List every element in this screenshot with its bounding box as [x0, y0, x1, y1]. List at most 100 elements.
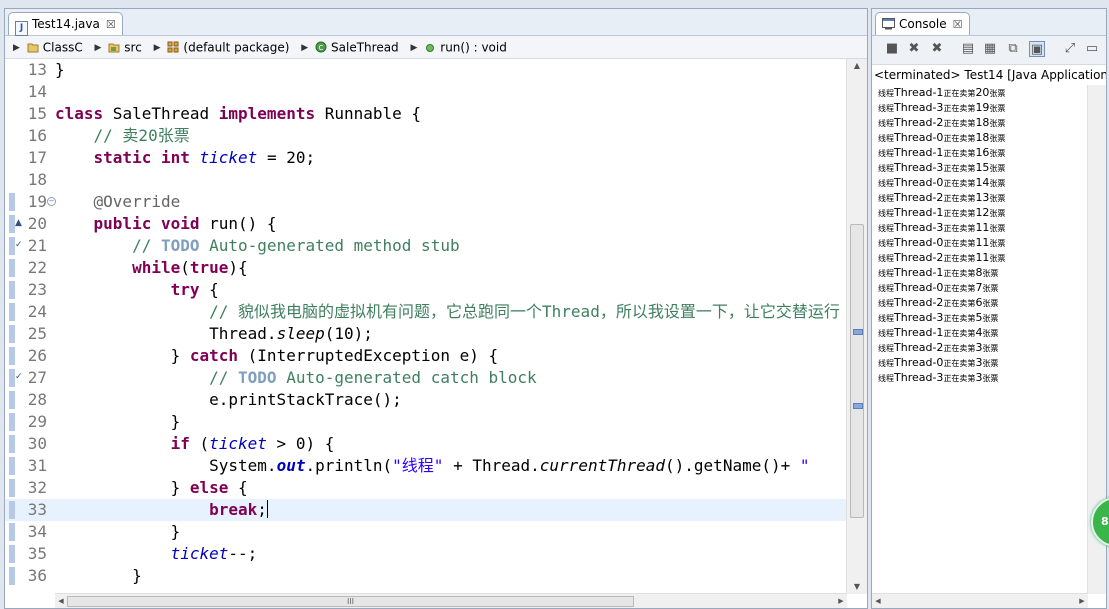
open-console-icon[interactable]: ▭: [1084, 41, 1100, 57]
code-line: 13}: [27, 60, 65, 79]
code-line: 18: [27, 170, 47, 189]
editor-tab-test14[interactable]: J Test14.java ☒: [8, 12, 123, 36]
editor-tab-label: Test14.java: [32, 17, 100, 31]
console-output-line: 线程Thread-3正在卖第19张票: [878, 101, 1006, 114]
code-line: 34 }: [5, 521, 847, 543]
terminate-icon[interactable]: ■: [884, 41, 900, 57]
code-line: 23 try {: [5, 279, 847, 301]
code-line: 24 // 貌似我电脑的虚拟机有问题，它总跑同一个Thread，所以我设置一下，…: [5, 301, 847, 323]
console-output-line: 线程Thread-2正在卖第3张票: [878, 341, 999, 354]
code-line: 16 // 卖20张票: [27, 126, 190, 145]
code-line: 14: [27, 82, 47, 101]
console-output[interactable]: 线程Thread-1正在卖第20张票 线程Thread-3正在卖第19张票 线程Th…: [878, 85, 1086, 594]
code-line: 30 if (ticket > 0) {: [5, 433, 847, 455]
editor-panel: J Test14.java ☒ ▶ ClassC ▶ src ▶ (default …: [4, 8, 868, 609]
code-line: 36 }: [5, 565, 847, 587]
code-line-current: 33 break;: [5, 499, 847, 521]
code-line: 22 while(true){: [5, 257, 847, 279]
chevron-right-icon[interactable]: ▶: [13, 43, 20, 53]
console-output-line: 线程Thread-1正在卖第12张票: [878, 206, 1006, 219]
chevron-right-icon[interactable]: ▶: [411, 43, 418, 53]
console-tab[interactable]: Console ☒: [875, 12, 970, 35]
scroll-right-icon[interactable]: ▶: [835, 594, 847, 608]
text-cursor: [266, 500, 268, 518]
close-tab-icon[interactable]: ☒: [106, 18, 116, 31]
scroll-thumb[interactable]: [850, 224, 864, 518]
chevron-right-icon[interactable]: ▶: [301, 43, 308, 53]
scroll-right-icon[interactable]: ▶: [1076, 594, 1088, 608]
scroll-left-icon[interactable]: ◀: [872, 594, 884, 608]
console-output-line: 线程Thread-0正在卖第11张票: [878, 236, 1006, 249]
scroll-down-icon[interactable]: ▼: [847, 580, 867, 594]
code-line: 17 static int ticket = 20;: [27, 148, 316, 167]
editor-horizontal-scrollbar[interactable]: ◀ III ▶: [55, 593, 847, 608]
code-line: 26 } catch (InterruptedException e) {: [5, 345, 847, 367]
console-output-line: 线程Thread-0正在卖第3张票: [878, 356, 999, 369]
editor-vertical-scrollbar[interactable]: ▲ ▼: [846, 59, 867, 594]
method-icon: [426, 44, 435, 53]
code-line: ✓ 21 // TODO Auto-generated method stub: [5, 235, 847, 257]
console-horizontal-scrollbar[interactable]: ◀ ▶: [872, 593, 1088, 608]
code-line: 25 Thread.sleep(10);: [5, 323, 847, 345]
chevron-right-icon[interactable]: ▶: [154, 43, 161, 53]
breadcrumb-item-project[interactable]: ClassC: [27, 40, 83, 55]
console-output-line: 线程Thread-3正在卖第11张票: [878, 221, 1006, 234]
breadcrumb-item-src[interactable]: src: [108, 40, 142, 55]
console-output-line: 线程Thread-1正在卖第8张票: [878, 266, 999, 279]
console-output-line: 线程Thread-2正在卖第13张票: [878, 191, 1006, 204]
console-output-line: 线程Thread-0正在卖第7张票: [878, 281, 999, 294]
clear-console-icon[interactable]: ▤: [960, 41, 976, 57]
word-wrap-icon[interactable]: ⧉: [1005, 41, 1021, 57]
console-output-line: 线程Thread-1正在卖第20张票: [878, 86, 1006, 99]
console-output-line: 线程Thread-0正在卖第18张票: [878, 131, 1006, 144]
code-line: 31 System.out.println("线程" + Thread.curr…: [5, 455, 847, 477]
scroll-up-icon[interactable]: ▲: [847, 59, 867, 73]
console-output-line: 线程Thread-2正在卖第18张票: [878, 116, 1006, 129]
breadcrumb-item-package[interactable]: (default package): [167, 40, 289, 55]
console-tab-bar: Console ☒: [872, 9, 1106, 36]
project-icon: [27, 43, 39, 53]
scroll-lock-icon[interactable]: ▦: [982, 41, 998, 57]
source-folder-icon: [108, 43, 120, 53]
console-output-line: 线程Thread-3正在卖第15张票: [878, 161, 1006, 174]
chevron-right-icon[interactable]: ▶: [95, 43, 102, 53]
code-line: ▲ 20 public void run() {: [5, 213, 847, 235]
code-line: 32 } else {: [5, 477, 847, 499]
remove-launch-icon[interactable]: ✖: [906, 41, 922, 57]
console-tab-label: Console: [899, 17, 947, 31]
console-output-line: 线程Thread-0正在卖第14张票: [878, 176, 1006, 189]
close-tab-icon[interactable]: ☒: [953, 18, 963, 31]
console-output-line: 线程Thread-2正在卖第6张票: [878, 296, 999, 309]
console-status: <terminated> Test14 [Java Application: [874, 68, 1106, 82]
code-line: 19− @Override: [5, 191, 847, 213]
console-output-line: 线程Thread-1正在卖第16张票: [878, 146, 1006, 159]
console-output-line: 线程Thread-3正在卖第3张票: [878, 371, 999, 384]
scroll-left-icon[interactable]: ◀: [55, 594, 67, 608]
pin-console-icon[interactable]: ⤢: [1062, 41, 1078, 57]
breadcrumb: ▶ ClassC ▶ src ▶ (default package) ▶ C Sa…: [5, 36, 867, 59]
console-output-line: 线程Thread-3正在卖第5张票: [878, 311, 999, 324]
code-line: 15 class SaleThread implements Runnable {: [27, 104, 422, 123]
console-output-line: 线程Thread-1正在卖第4张票: [878, 326, 999, 339]
svg-text:C: C: [319, 44, 324, 52]
console-output-line: 线程Thread-2正在卖第11张票: [878, 251, 1006, 264]
code-editor[interactable]: 13} 14 15 class SaleThread implements Run…: [5, 59, 847, 594]
console-icon: [882, 18, 895, 30]
editor-tab-bar: J Test14.java ☒: [5, 9, 867, 36]
scroll-thumb[interactable]: III: [67, 596, 634, 607]
java-file-icon: J: [15, 21, 28, 36]
console-panel: Console ☒ ■ ✖ ✖ ▤ ▦ ⧉ ▣ ⤢ ▭ <terminated> …: [871, 8, 1107, 609]
overview-ruler-mark[interactable]: [853, 403, 863, 409]
code-line: 35 ticket--;: [5, 543, 847, 565]
class-icon: C: [315, 41, 327, 53]
show-console-icon[interactable]: ▣: [1029, 41, 1045, 57]
code-line: ✓ 27 // TODO Auto-generated catch block: [5, 367, 847, 389]
breadcrumb-item-method[interactable]: run() : void: [424, 40, 507, 55]
breadcrumb-item-class[interactable]: C SaleThread: [315, 40, 399, 55]
package-icon: [167, 41, 179, 53]
code-line: 28 e.printStackTrace();: [5, 389, 847, 411]
console-toolbar: ■ ✖ ✖ ▤ ▦ ⧉ ▣ ⤢ ▭: [872, 36, 1106, 65]
remove-all-terminated-icon[interactable]: ✖: [929, 41, 945, 57]
code-line: 29 }: [5, 411, 847, 433]
overview-ruler-mark[interactable]: [853, 329, 863, 335]
